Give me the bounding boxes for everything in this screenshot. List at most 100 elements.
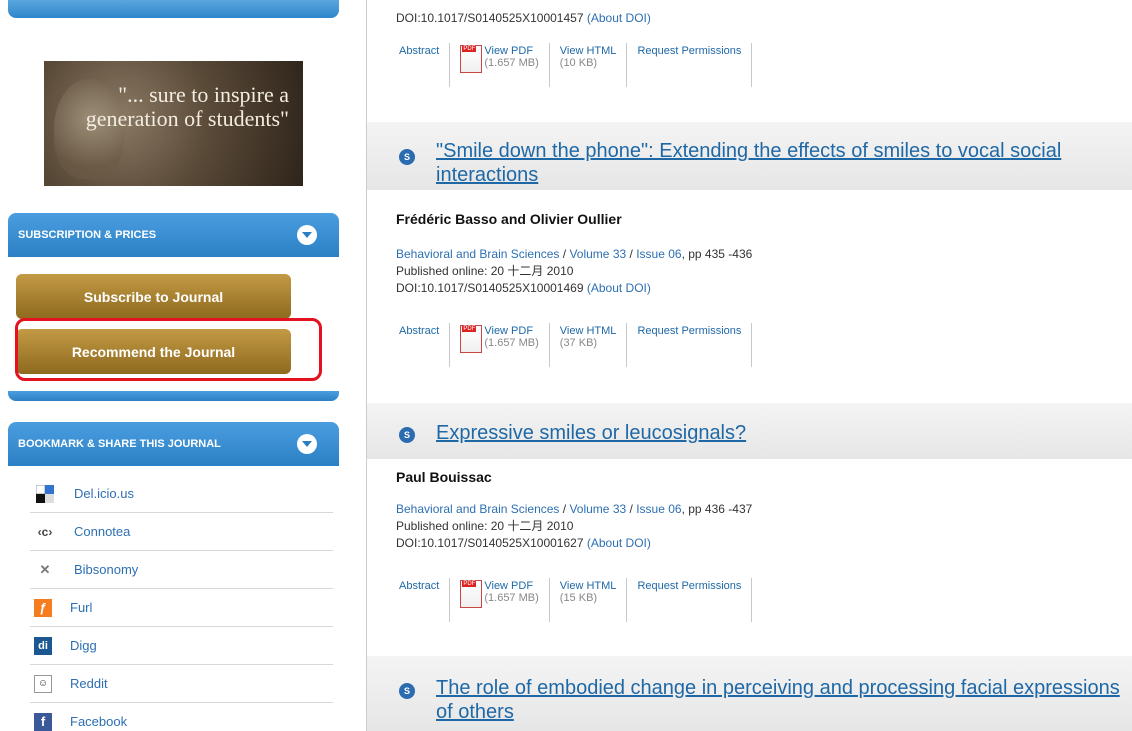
published-date: Published online: 20 十二月 2010: [396, 519, 574, 533]
promo-quote: "... sure to inspire a generation of stu…: [85, 82, 289, 131]
facebook-icon: f: [34, 712, 52, 731]
article-title-band: S "Smile down the phone": Extending the …: [367, 122, 1132, 190]
doi-text: DOI:10.1017/S0140525X10001469: [396, 281, 584, 295]
subscription-header[interactable]: SUBSCRIPTION & PRICES: [8, 213, 339, 257]
abstract-link[interactable]: Abstract: [389, 323, 451, 367]
delicious-icon: [34, 484, 56, 504]
article-meta: Behavioral and Brain Sciences / Volume 3…: [396, 247, 753, 295]
chevron-down-icon[interactable]: [297, 225, 317, 245]
share-item-delicious[interactable]: Del.icio.us: [30, 475, 333, 513]
request-permissions-link[interactable]: Request Permissions: [627, 43, 753, 87]
sidebar: "... sure to inspire a generation of stu…: [0, 0, 345, 731]
share-item-label: Del.icio.us: [74, 486, 134, 501]
view-pdf-link[interactable]: View PDF(1.657 MB): [450, 43, 550, 87]
about-doi-link[interactable]: (About DOI): [587, 11, 651, 25]
share-item-label: Digg: [70, 638, 97, 653]
view-pdf-label: View PDF: [484, 45, 534, 57]
pdf-icon: [460, 580, 483, 608]
subscription-header-label: SUBSCRIPTION & PRICES: [18, 229, 157, 241]
view-html-label: View HTML: [559, 580, 617, 592]
view-pdf-link[interactable]: View PDF(1.657 MB): [450, 323, 550, 367]
article-meta: Behavioral and Brain Sciences / Volume 3…: [396, 502, 753, 550]
request-permissions-link[interactable]: Request Permissions: [627, 578, 753, 622]
connotea-icon: ‹c›: [37, 524, 53, 539]
html-size: (37 KB): [559, 337, 598, 349]
share-item-label: Reddit: [70, 676, 108, 691]
main-content: DOI:10.1017/S0140525X10001457 (About DOI…: [366, 0, 1132, 731]
sidebar-top-bar: [8, 0, 339, 18]
article-title-band: S The role of embodied change in perceiv…: [367, 656, 1132, 731]
journal-link[interactable]: Behavioral and Brain Sciences: [396, 502, 559, 516]
issue-link[interactable]: Issue 06: [636, 247, 681, 261]
article-doi: DOI:10.1017/S0140525X10001457 (About DOI…: [396, 10, 651, 27]
pdf-size: (1.657 MB): [484, 57, 539, 69]
view-html-link[interactable]: View HTML (10 KB): [550, 43, 628, 87]
volume-link[interactable]: Volume 33: [569, 502, 626, 516]
share-list: Del.icio.us ‹c› Connotea ✕ Bibsonomy ƒ F…: [30, 475, 333, 731]
highlight-annotation: [15, 318, 322, 381]
article-type-icon: S: [399, 427, 415, 443]
html-size: (10 KB): [559, 57, 598, 69]
article-actions: Abstract View PDF(1.657 MB) View HTML(37…: [389, 323, 753, 367]
share-item-label: Connotea: [74, 524, 131, 539]
article-item: S The role of embodied change in perceiv…: [367, 656, 1132, 731]
article-type-icon: S: [399, 149, 415, 165]
view-html-label: View HTML: [559, 45, 617, 57]
doi-text: DOI:10.1017/S0140525X10001457: [396, 11, 584, 25]
page-range: , pp 436 -437: [681, 502, 753, 516]
published-date: Published online: 20 十二月 2010: [396, 264, 574, 278]
article-actions: Abstract View PDF(1.657 MB) View HTML(10…: [389, 43, 753, 87]
doi-text: DOI:10.1017/S0140525X10001627: [396, 536, 584, 550]
about-doi-link[interactable]: (About DOI): [587, 536, 651, 550]
pdf-icon: [460, 45, 483, 73]
article-title-link[interactable]: The role of embodied change in perceivin…: [436, 676, 1132, 724]
about-doi-link[interactable]: (About DOI): [587, 281, 651, 295]
journal-link[interactable]: Behavioral and Brain Sciences: [396, 247, 559, 261]
article-item: S Expressive smiles or leucosignals? Pau…: [367, 403, 1132, 622]
page-range: , pp 435 -436: [681, 247, 753, 261]
volume-link[interactable]: Volume 33: [569, 247, 626, 261]
abstract-link[interactable]: Abstract: [389, 578, 451, 622]
digg-icon: di: [34, 636, 52, 655]
article-type-icon: S: [399, 683, 415, 699]
pdf-icon: [460, 325, 483, 353]
share-item-bibsonomy[interactable]: ✕ Bibsonomy: [30, 551, 333, 589]
article-authors: Frédéric Basso and Olivier Oullier: [396, 211, 622, 227]
view-pdf-link[interactable]: View PDF(1.657 MB): [450, 578, 550, 622]
share-header-label: BOOKMARK & SHARE THIS JOURNAL: [18, 438, 221, 450]
share-header[interactable]: BOOKMARK & SHARE THIS JOURNAL: [8, 422, 339, 466]
issue-link[interactable]: Issue 06: [636, 502, 681, 516]
html-size: (15 KB): [559, 592, 598, 604]
reddit-icon: ☺: [34, 674, 52, 693]
share-item-furl[interactable]: ƒ Furl: [30, 589, 333, 627]
share-item-reddit[interactable]: ☺ Reddit: [30, 665, 333, 703]
article-item: S "Smile down the phone": Extending the …: [367, 122, 1132, 367]
request-permissions-link[interactable]: Request Permissions: [627, 323, 753, 367]
view-html-link[interactable]: View HTML (15 KB): [550, 578, 628, 622]
subscription-panel-footer: [8, 391, 339, 401]
subscription-panel: SUBSCRIPTION & PRICES: [8, 213, 339, 257]
furl-icon: ƒ: [34, 598, 52, 617]
promo-banner[interactable]: "... sure to inspire a generation of stu…: [44, 61, 303, 186]
view-html-label: View HTML: [559, 325, 617, 337]
subscribe-button[interactable]: Subscribe to Journal: [16, 274, 291, 319]
share-item-facebook[interactable]: f Facebook: [30, 703, 333, 731]
share-item-connotea[interactable]: ‹c› Connotea: [30, 513, 333, 551]
share-item-label: Furl: [70, 600, 93, 615]
share-item-digg[interactable]: di Digg: [30, 627, 333, 665]
pdf-size: (1.657 MB): [484, 592, 539, 604]
article-title-link[interactable]: Expressive smiles or leucosignals?: [436, 421, 1132, 445]
article-actions: Abstract View PDF(1.657 MB) View HTML(15…: [389, 578, 753, 622]
article-title-band: S Expressive smiles or leucosignals?: [367, 403, 1132, 459]
share-panel: BOOKMARK & SHARE THIS JOURNAL: [8, 422, 339, 466]
article-title-link[interactable]: "Smile down the phone": Extending the ef…: [436, 139, 1132, 187]
article-authors: Paul Bouissac: [396, 469, 492, 485]
chevron-down-icon[interactable]: [297, 434, 317, 454]
view-html-link[interactable]: View HTML (37 KB): [550, 323, 628, 367]
share-item-label: Facebook: [70, 714, 128, 729]
abstract-link[interactable]: Abstract: [389, 43, 451, 87]
view-pdf-label: View PDF: [484, 580, 534, 592]
view-pdf-label: View PDF: [484, 325, 534, 337]
bibsonomy-icon: ✕: [39, 561, 51, 577]
pdf-size: (1.657 MB): [484, 337, 539, 349]
